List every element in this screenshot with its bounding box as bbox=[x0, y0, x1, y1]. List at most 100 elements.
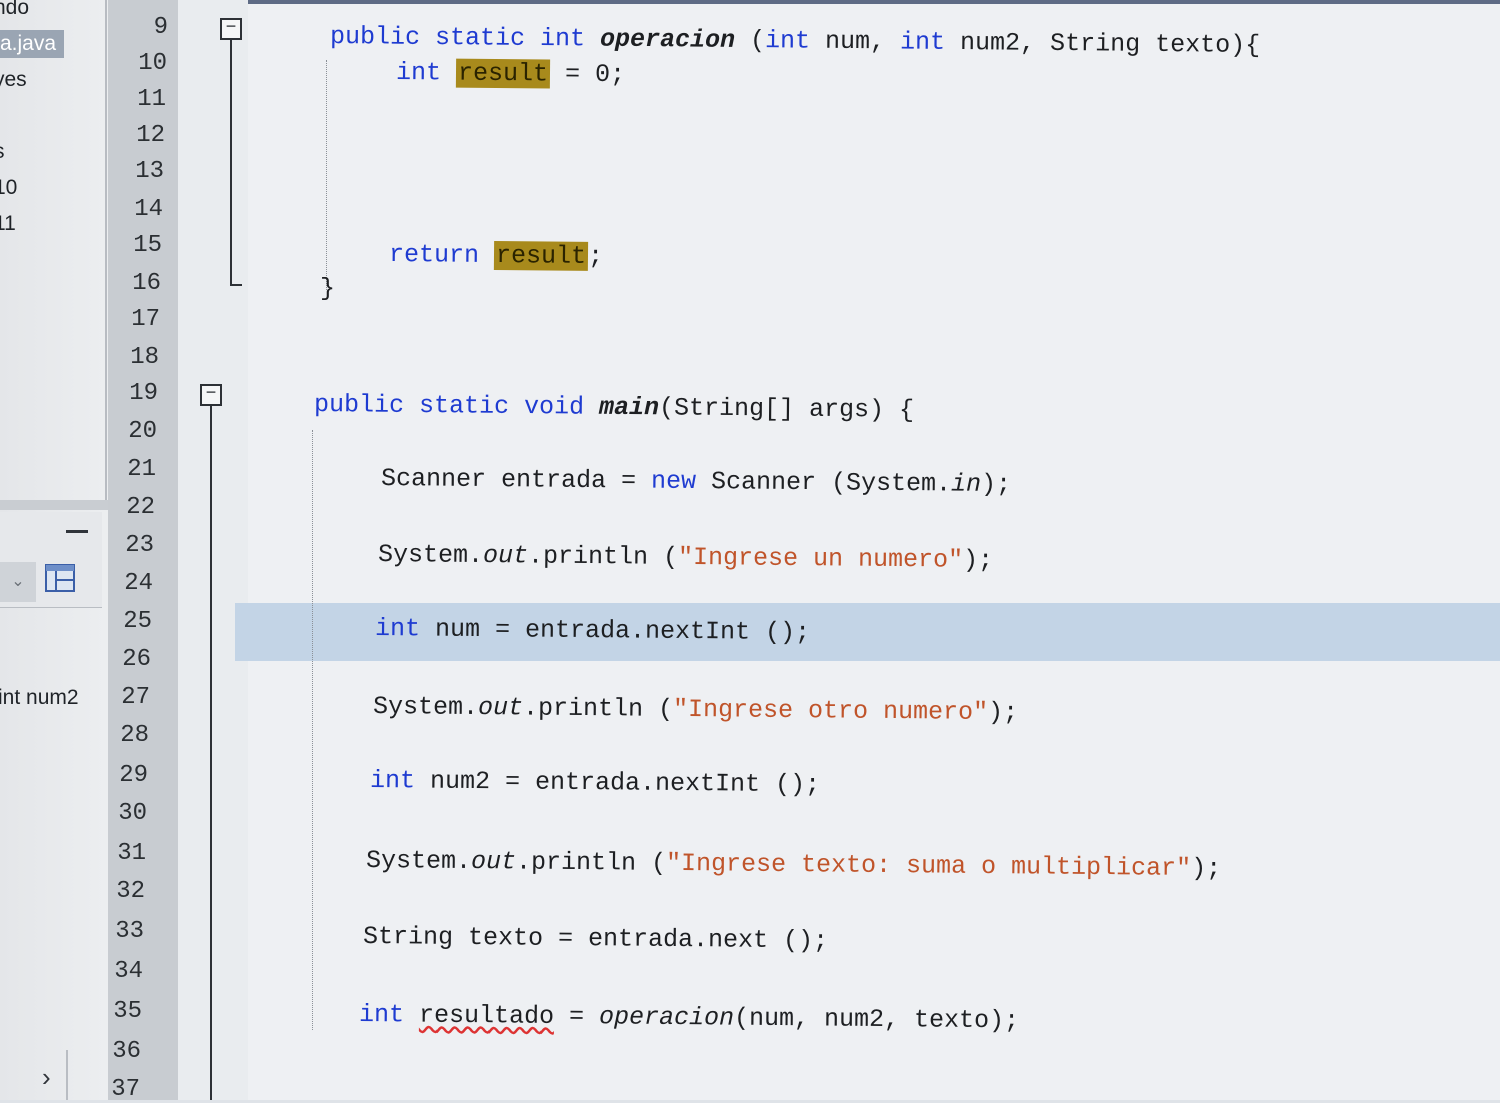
fold-range-line bbox=[210, 406, 212, 1100]
code-text: num2 = entrada.nextInt (); bbox=[414, 766, 821, 800]
line-number[interactable]: 17 bbox=[94, 306, 160, 333]
keyword: return bbox=[388, 240, 495, 271]
keyword: public static int bbox=[329, 22, 601, 54]
line-number[interactable]: 35 bbox=[76, 998, 142, 1025]
method-name: main bbox=[598, 392, 660, 423]
fold-range-line bbox=[230, 40, 232, 284]
line-number[interactable]: 36 bbox=[75, 1038, 141, 1065]
code-line-27[interactable]: System.out.println ("Ingrese otro numero… bbox=[373, 692, 1018, 727]
line-number[interactable]: 24 bbox=[87, 570, 153, 597]
line-number[interactable]: 20 bbox=[91, 418, 157, 445]
static-field: out bbox=[477, 693, 524, 723]
code-text: Scanner (System. bbox=[695, 467, 952, 499]
line-number[interactable]: 18 bbox=[93, 344, 159, 371]
keyword: int bbox=[764, 26, 811, 56]
code-line-33[interactable]: String texto = entrada.next (); bbox=[363, 922, 828, 955]
keyword: int bbox=[374, 614, 421, 644]
code-text: (num, num2, texto); bbox=[733, 1003, 1020, 1036]
code-text: (String[] args) { bbox=[658, 393, 915, 425]
fold-gutter: − − bbox=[178, 0, 248, 1100]
code-text: ); bbox=[987, 697, 1019, 728]
line-number[interactable]: 30 bbox=[81, 800, 147, 827]
line-number[interactable]: 31 bbox=[80, 840, 146, 867]
line-number[interactable]: 12 bbox=[99, 122, 165, 149]
tree-item-ndo[interactable]: ndo bbox=[0, 0, 29, 20]
keyword: int bbox=[395, 58, 457, 88]
code-line-16[interactable]: } bbox=[320, 274, 335, 303]
line-number[interactable]: 13 bbox=[98, 158, 164, 185]
indent-guide bbox=[312, 430, 313, 1030]
line-number[interactable]: 21 bbox=[90, 456, 156, 483]
line-number[interactable]: 32 bbox=[79, 878, 145, 905]
keyword: int bbox=[899, 27, 946, 57]
string-literal: "Ingrese otro numero" bbox=[672, 694, 989, 727]
line-number[interactable]: 19 bbox=[92, 380, 158, 407]
line-number[interactable]: 14 bbox=[97, 196, 163, 223]
occurrence-highlight: result bbox=[493, 241, 589, 271]
fold-collapse-icon[interactable]: − bbox=[220, 18, 242, 40]
method-name: operacion bbox=[599, 24, 736, 55]
line-number[interactable]: 22 bbox=[89, 494, 155, 521]
code-line-21[interactable]: Scanner entrada = new Scanner (System.in… bbox=[381, 464, 1011, 499]
line-number[interactable]: 28 bbox=[83, 722, 149, 749]
line-number[interactable]: 11 bbox=[100, 86, 166, 113]
line-number[interactable]: 10 bbox=[101, 50, 167, 77]
keyword: new bbox=[650, 466, 697, 497]
keyword: int bbox=[358, 1000, 405, 1030]
code-line-25[interactable]: int num = entrada.nextInt (); bbox=[375, 614, 810, 647]
tree-item-s[interactable]: s bbox=[0, 140, 5, 164]
fold-range-end bbox=[230, 284, 242, 286]
minimize-icon[interactable] bbox=[66, 530, 88, 533]
line-number[interactable]: 29 bbox=[82, 762, 148, 789]
code-text: ; bbox=[587, 241, 604, 272]
code-text: System. bbox=[372, 692, 479, 723]
tree-item-yes[interactable]: yes bbox=[0, 68, 27, 92]
navigator-view-icon[interactable] bbox=[42, 560, 78, 596]
line-number[interactable]: 15 bbox=[96, 232, 162, 259]
line-number[interactable]: 27 bbox=[84, 684, 150, 711]
line-number[interactable]: 25 bbox=[86, 608, 152, 635]
line-number[interactable]: 37 bbox=[74, 1076, 140, 1103]
string-literal: "Ingrese texto: suma o multiplicar" bbox=[665, 848, 1192, 883]
code-text: ); bbox=[1190, 853, 1222, 884]
code-text: = bbox=[553, 1001, 600, 1032]
line-number-gutter: 9 10 11 12 13 14 15 16 17 18 19 20 21 22 23 24 25 26 27 28 2… bbox=[108, 0, 180, 1103]
line-number[interactable]: 26 bbox=[85, 646, 151, 673]
line-number[interactable]: 34 bbox=[77, 958, 143, 985]
code-text: .println ( bbox=[527, 541, 679, 572]
code-text: = 0; bbox=[549, 59, 626, 90]
tree-item-10[interactable]: 10 bbox=[0, 176, 17, 200]
occurrence-highlight: result bbox=[455, 58, 551, 89]
expand-chevron-icon[interactable]: › bbox=[42, 1062, 51, 1093]
navigator-member-item[interactable]: int num2 bbox=[0, 686, 79, 710]
line-number[interactable]: 9 bbox=[102, 14, 168, 41]
code-text: num2, String texto){ bbox=[944, 27, 1261, 60]
fold-collapse-icon[interactable]: − bbox=[200, 384, 222, 406]
static-field: in bbox=[950, 469, 982, 499]
code-text: num = entrada.nextInt (); bbox=[419, 614, 811, 648]
line-number[interactable]: 16 bbox=[95, 270, 161, 297]
code-line-29[interactable]: int num2 = entrada.nextInt (); bbox=[370, 766, 820, 799]
code-text: .println ( bbox=[515, 847, 667, 878]
code-line-19[interactable]: public static void main(String[] args) { bbox=[314, 390, 914, 425]
code-line-23[interactable]: System.out.println ("Ingrese un numero")… bbox=[378, 540, 993, 575]
code-line-10[interactable]: int result = 0; bbox=[396, 58, 625, 89]
code-line-15[interactable]: return result; bbox=[389, 240, 603, 271]
dropdown-chevron-icon[interactable]: ⌄ bbox=[0, 562, 36, 602]
code-text: Scanner entrada = bbox=[380, 464, 652, 496]
indent-guide bbox=[326, 60, 327, 290]
keyword: int bbox=[369, 766, 416, 796]
tree-item-11[interactable]: 11 bbox=[0, 212, 16, 236]
code-text: ); bbox=[980, 469, 1012, 500]
tree-item-java-file[interactable]: a.java bbox=[0, 30, 65, 58]
line-number[interactable]: 33 bbox=[78, 918, 144, 945]
panel-separator bbox=[66, 1050, 68, 1100]
editor-top-border bbox=[248, 0, 1500, 4]
code-text: ); bbox=[962, 545, 994, 575]
line-number[interactable]: 23 bbox=[88, 532, 154, 559]
code-text: num, bbox=[809, 26, 901, 57]
code-text: System. bbox=[365, 846, 472, 877]
code-text: .println ( bbox=[522, 693, 674, 724]
static-field: out bbox=[470, 847, 517, 877]
